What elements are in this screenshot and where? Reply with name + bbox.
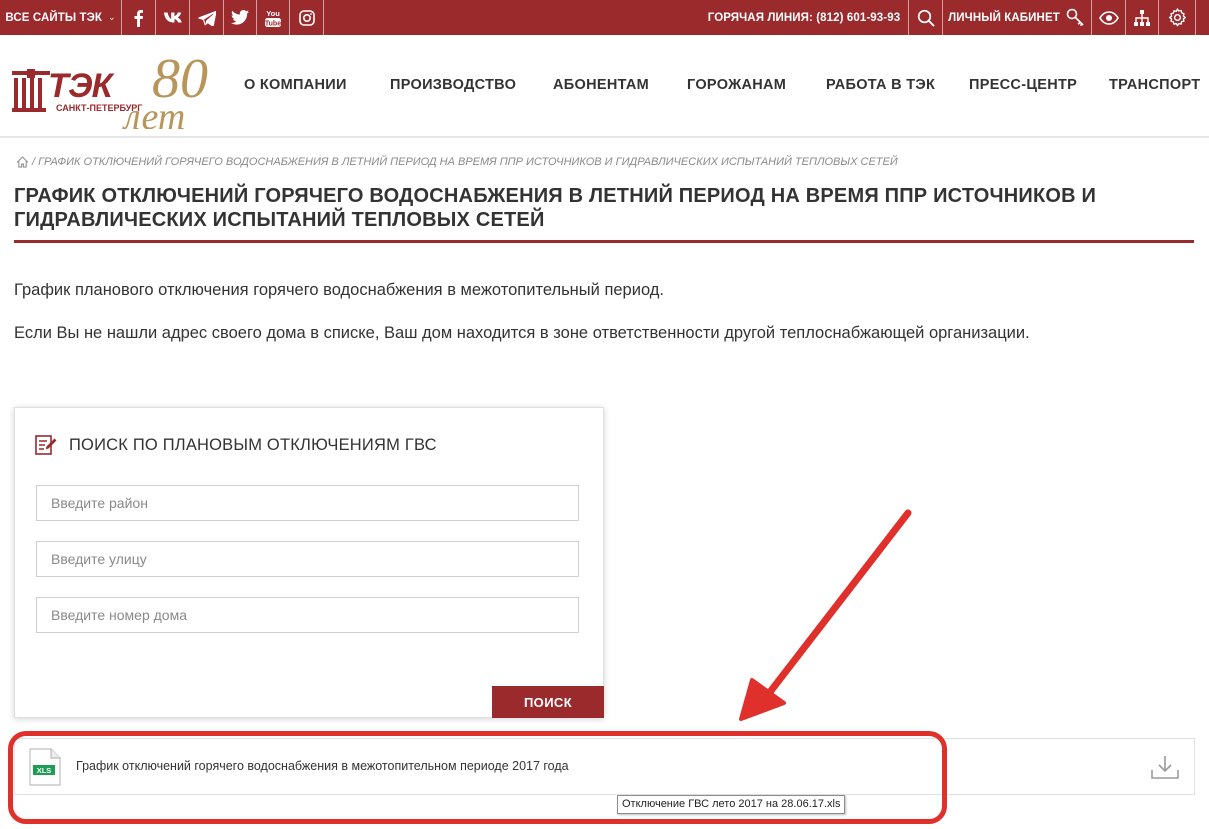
instagram-link[interactable]: [290, 0, 324, 35]
svg-text:You: You: [266, 9, 280, 18]
nav-item-careers[interactable]: РАБОТА В ТЭК: [826, 77, 935, 93]
accessibility-button[interactable]: [1092, 0, 1126, 35]
breadcrumb: / ГРАФИК ОТКЛЮЧЕНИЙ ГОРЯЧЕГО ВОДОСНАБЖЕН…: [16, 154, 898, 170]
facebook-link[interactable]: [122, 0, 156, 35]
nav-item-transport[interactable]: ТРАНСПОРТ: [1109, 77, 1200, 93]
key-icon: [1066, 8, 1086, 28]
account-label: ЛИЧНЫЙ КАБИНЕТ: [948, 11, 1060, 24]
file-download-row[interactable]: XLS График отключений горячего водоснабж…: [14, 738, 1195, 795]
breadcrumb-current: ГРАФИК ОТКЛЮЧЕНИЙ ГОРЯЧЕГО ВОДОСНАБЖЕНИЯ…: [38, 156, 898, 168]
chevron-down-icon: ⌄: [108, 12, 116, 22]
edit-list-icon: [35, 434, 57, 456]
logo-building-mark: [12, 69, 50, 112]
instagram-icon: [297, 8, 317, 28]
logo-brand: ТЭК: [48, 67, 115, 105]
download-icon[interactable]: [1150, 753, 1180, 781]
nav-item-press-center[interactable]: ПРЕСС-ЦЕНТР: [969, 77, 1077, 93]
twitter-icon: [230, 8, 250, 28]
site-header: 80 ТЭК САНКТ-ПЕТЕРБУРГ лет О КОМПАНИИ ПР…: [0, 35, 1209, 138]
search-icon: [916, 8, 936, 28]
outage-search-panel: ПОИСК ПО ПЛАНОВЫМ ОТКЛЮЧЕНИЯМ ГВС ПОИСК: [14, 407, 604, 718]
twitter-link[interactable]: [224, 0, 257, 35]
logo-anniversary-word: лет: [122, 96, 185, 129]
nav-item-company[interactable]: О КОМПАНИИ: [244, 77, 347, 93]
svg-text:Tube: Tube: [265, 20, 281, 27]
home-icon[interactable]: [16, 156, 29, 168]
youtube-icon: You Tube: [263, 8, 283, 28]
file-tooltip: Отключение ГВС лето 2017 на 28.06.17.xls: [617, 795, 846, 814]
vk-icon: [163, 8, 183, 28]
sitemap-icon: [1132, 8, 1152, 28]
gear-icon: [1167, 8, 1187, 28]
district-input[interactable]: [36, 485, 579, 521]
street-input[interactable]: [36, 541, 579, 577]
hotline-text: ГОРЯЧАЯ ЛИНИЯ: (812) 601-93-93: [707, 11, 901, 24]
panel-header: ПОИСК ПО ПЛАНОВЫМ ОТКЛЮЧЕНИЯМ ГВС: [35, 434, 437, 456]
xls-file-icon: XLS: [29, 748, 61, 786]
nav-item-subscribers[interactable]: АБОНЕНТАМ: [553, 77, 649, 93]
account-link[interactable]: ЛИЧНЫЙ КАБИНЕТ: [943, 0, 1092, 35]
sitemap-button[interactable]: [1126, 0, 1159, 35]
vk-link[interactable]: [156, 0, 190, 35]
search-submit-button[interactable]: ПОИСК: [492, 686, 604, 718]
settings-button[interactable]: [1159, 0, 1196, 35]
search-button[interactable]: [908, 0, 943, 35]
facebook-icon: [129, 8, 149, 28]
telegram-icon: [197, 8, 217, 28]
breadcrumb-separator: /: [32, 156, 36, 168]
eye-icon: [1098, 8, 1119, 28]
all-sites-label: ВСЕ САЙТЫ ТЭК: [5, 11, 103, 24]
intro-text: График планового отключения горячего вод…: [14, 281, 664, 299]
house-number-input[interactable]: [36, 597, 579, 633]
note-text: Если Вы не нашли адрес своего дома в спи…: [14, 324, 1030, 342]
all-sites-dropdown[interactable]: ВСЕ САЙТЫ ТЭК ⌄: [0, 0, 122, 35]
page-title: ГРАФИК ОТКЛЮЧЕНИЙ ГОРЯЧЕГО ВОДОСНАБЖЕНИЯ…: [14, 185, 1097, 231]
panel-title: ПОИСК ПО ПЛАНОВЫМ ОТКЛЮЧЕНИЯМ ГВС: [69, 435, 437, 454]
xls-badge-text: XLS: [37, 766, 52, 775]
file-link[interactable]: График отключений горячего водоснабжения…: [76, 759, 569, 773]
telegram-link[interactable]: [190, 0, 224, 35]
nav-item-production[interactable]: ПРОИЗВОДСТВО: [390, 77, 516, 93]
nav-item-citizens[interactable]: ГОРОЖАНАМ: [687, 77, 786, 93]
title-divider: [14, 240, 1194, 243]
hotline: ГОРЯЧАЯ ЛИНИЯ: (812) 601-93-93: [700, 0, 908, 35]
logo[interactable]: 80 ТЭК САНКТ-ПЕТЕРБУРГ лет: [12, 48, 227, 138]
youtube-link[interactable]: You Tube: [257, 0, 290, 35]
top-bar: ВСЕ САЙТЫ ТЭК ⌄ You Tube ГОРЯЧАЯ ЛИНИЯ: …: [0, 0, 1209, 35]
